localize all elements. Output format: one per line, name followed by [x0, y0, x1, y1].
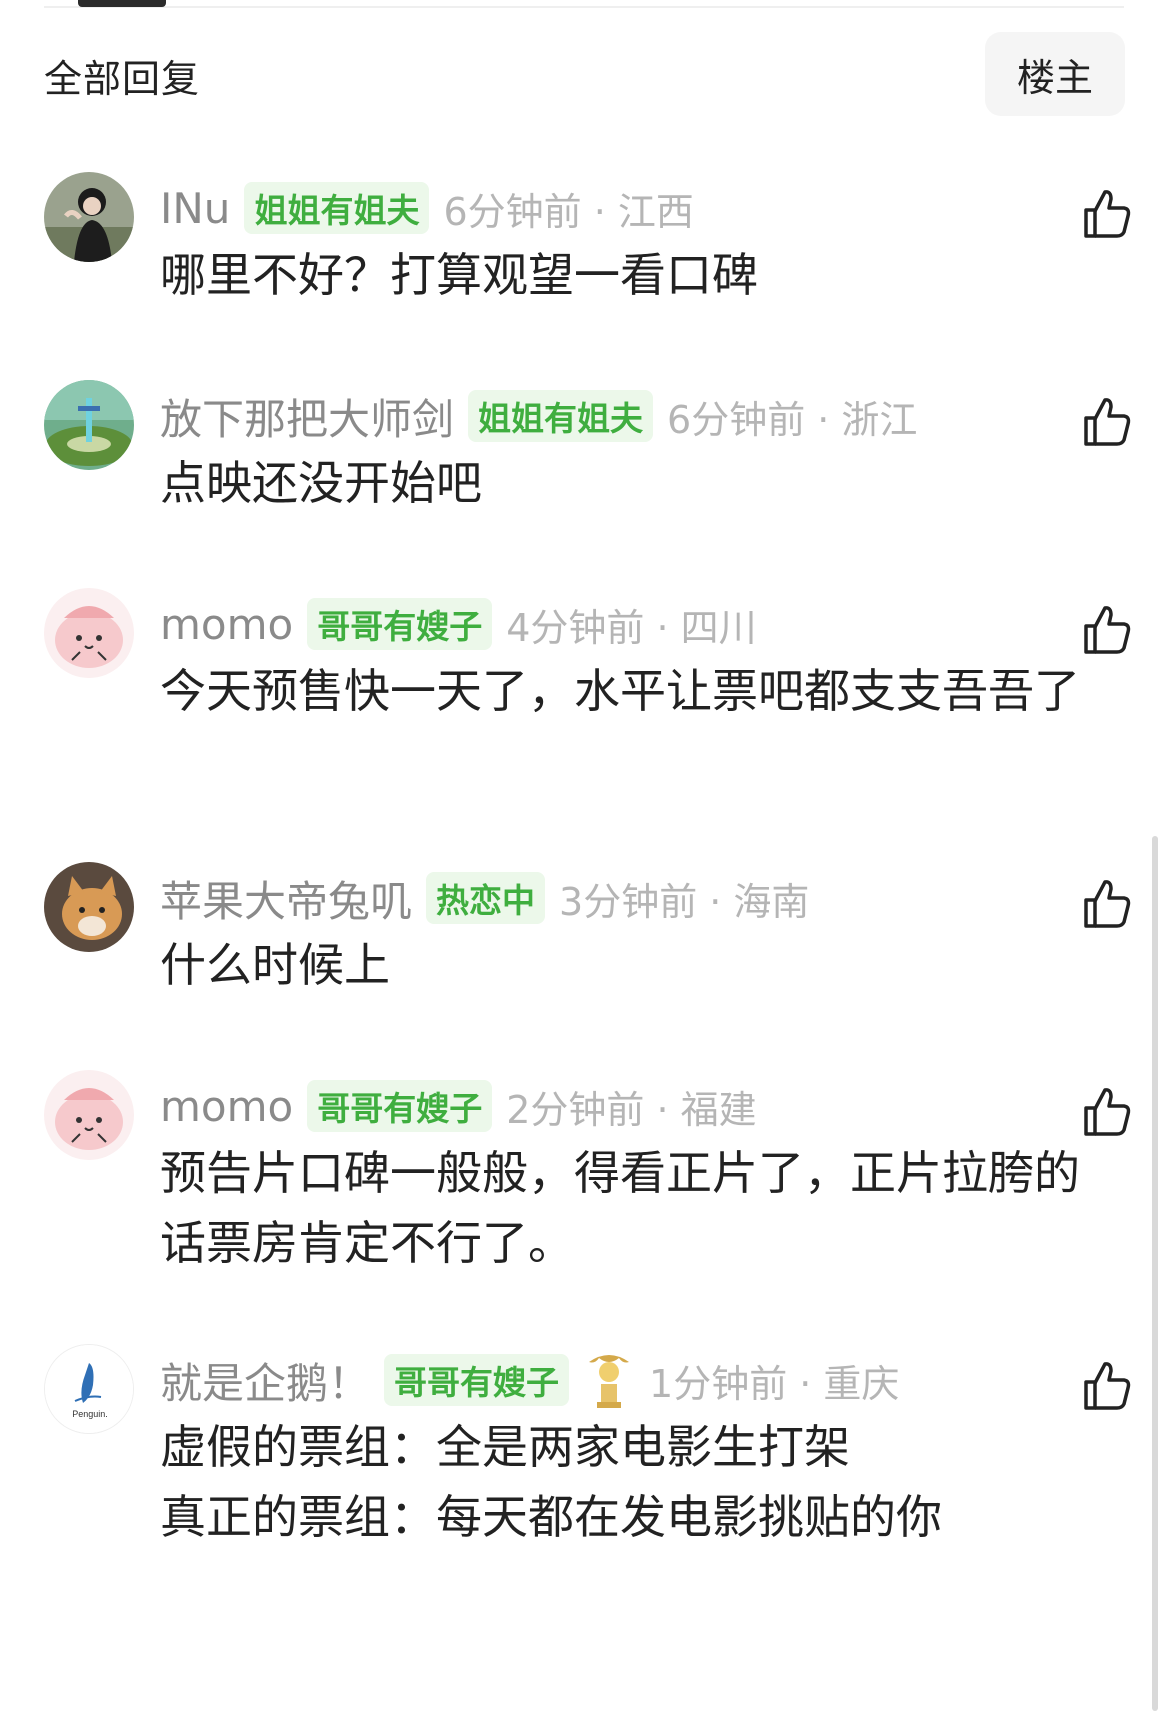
relationship-tag: 姐姐有姐夫 — [244, 182, 430, 234]
relationship-tag: 热恋中 — [426, 872, 546, 924]
time-location: 4分钟前 · 四川 — [506, 605, 757, 650]
penguin-avatar-icon[interactable]: Penguin. — [44, 1344, 134, 1434]
thumbs-up-icon[interactable] — [1078, 602, 1134, 658]
thumbs-up-icon[interactable] — [1078, 394, 1134, 450]
thumbs-up-icon[interactable] — [1078, 186, 1134, 242]
relationship-tag: 姐姐有姐夫 — [468, 390, 654, 442]
username[interactable]: 苹果大帝兔叽 — [160, 868, 412, 929]
scrollbar[interactable] — [1152, 836, 1158, 1711]
comment-item: 苹果大帝兔叽 热恋中 3分钟前 · 海南 什么时候上 — [44, 862, 1134, 992]
username[interactable]: momo — [160, 1082, 293, 1131]
master-sword-avatar-icon[interactable] — [44, 380, 134, 470]
thumbs-up-icon[interactable] — [1078, 1084, 1134, 1140]
username[interactable]: 就是企鹅！ — [160, 1350, 370, 1411]
comment-item: INu 姐姐有姐夫 6分钟前 · 江西 哪里不好？打算观望一看口碑 — [44, 172, 1134, 302]
avatar-caption: Penguin. — [72, 1409, 108, 1419]
relationship-tag: 哥哥有嫂子 — [307, 1080, 493, 1132]
comment-text: 虚假的票组：全是两家电影生打架 真正的票组：每天都在发电影挑贴的你 — [160, 1420, 942, 1544]
comment-item: 放下那把大师剑 姐姐有姐夫 6分钟前 · 浙江 点映还没开始吧 — [44, 380, 1134, 510]
comment-item: Penguin. 就是企鹅！ 哥哥有嫂子 1分钟前 · 重庆 虚假的票组：全是两… — [44, 1344, 1134, 1544]
relationship-tag: 哥哥有嫂子 — [307, 598, 493, 650]
owner-only-button[interactable]: 楼主 — [985, 32, 1125, 116]
relationship-tag: 哥哥有嫂子 — [384, 1354, 570, 1406]
comment-text: 今天预售快一天了，水平让票吧都支支吾吾了 — [160, 664, 1080, 718]
comment-text: 预告片口碑一般般，得看正片了，正片拉胯的话票房肯定不行了。 — [160, 1146, 1080, 1270]
thumbs-up-icon[interactable] — [1078, 1358, 1134, 1414]
time-location: 6分钟前 · 江西 — [443, 189, 694, 234]
time-location: 6分钟前 · 浙江 — [667, 397, 918, 442]
pink-mascot-avatar-icon[interactable] — [44, 588, 134, 678]
comment-text: 什么时候上 — [160, 938, 390, 992]
trophy-medal-icon — [589, 1355, 630, 1408]
username[interactable]: 放下那把大师剑 — [160, 386, 454, 447]
all-replies-title: 全部回复 — [44, 57, 201, 101]
comment-item: momo 哥哥有嫂子 2分钟前 · 福建 预告片口碑一般般，得看正片了，正片拉胯… — [44, 1070, 1134, 1270]
time-location: 1分钟前 · 重庆 — [649, 1361, 900, 1406]
time-location: 2分钟前 · 福建 — [506, 1087, 757, 1132]
comment-item: momo 哥哥有嫂子 4分钟前 · 四川 今天预售快一天了，水平让票吧都支支吾吾… — [44, 588, 1134, 778]
girl-photo-avatar-icon[interactable] — [44, 172, 134, 262]
thumbs-up-icon[interactable] — [1078, 876, 1134, 932]
comment-text: 哪里不好？打算观望一看口碑 — [160, 248, 758, 302]
top-divider — [44, 6, 1124, 8]
time-location: 3分钟前 · 海南 — [559, 879, 810, 924]
username[interactable]: INu — [160, 184, 230, 233]
username[interactable]: momo — [160, 600, 293, 649]
comment-text: 点映还没开始吧 — [160, 456, 482, 510]
cat-avatar-icon[interactable] — [44, 862, 134, 952]
tab-indicator — [78, 0, 166, 7]
pink-mascot-avatar-icon[interactable] — [44, 1070, 134, 1160]
